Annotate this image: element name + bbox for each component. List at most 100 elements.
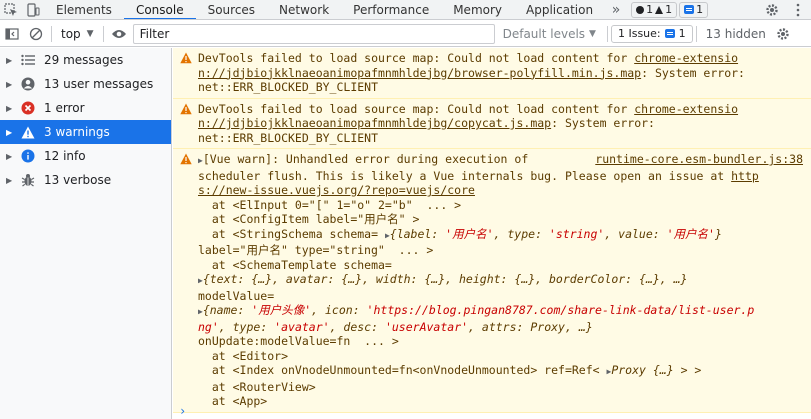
console-warning-message: DevTools failed to load source map: Coul… xyxy=(173,98,811,149)
messages-count: 1 xyxy=(696,3,704,16)
clear-console-icon[interactable] xyxy=(24,22,48,46)
stack-frame: > > xyxy=(673,363,702,377)
more-options-icon[interactable] xyxy=(785,3,811,17)
toolbar-divider xyxy=(695,25,697,42)
expand-arrow-icon[interactable]: ▶ xyxy=(6,80,16,89)
stack-frame: at <SchemaTemplate schema= xyxy=(198,257,392,272)
object-value: '用户名' xyxy=(445,226,494,241)
sidebar-item-errors[interactable]: ▶ 1 error xyxy=(0,96,171,120)
object-value: '用户头像' xyxy=(251,303,312,317)
sidebar-toggle-icon[interactable] xyxy=(0,22,24,46)
warning-icon xyxy=(20,124,36,140)
issue-url-link[interactable]: http xyxy=(731,169,759,183)
info-icon xyxy=(20,148,36,164)
object-key: , type: xyxy=(493,226,549,241)
stack-frame: label="用户名" type="string" ... > xyxy=(198,243,434,257)
warning-text: DevTools failed to load source map: Coul… xyxy=(198,101,635,116)
stack-frame: at <RouterView> xyxy=(198,379,316,394)
warning-triangle-icon xyxy=(655,5,664,14)
object-brace: } xyxy=(714,226,722,241)
object-preview[interactable]: {label: '用户名', type: 'string', value: '用… xyxy=(390,227,722,241)
object-brace: { xyxy=(389,226,397,241)
object-value: 'https://blog.pingan8787.com/share-link-… xyxy=(366,303,755,317)
message-icon xyxy=(664,29,675,38)
errors-warnings-pill[interactable]: 1 1 xyxy=(631,1,678,18)
sidebar-item-label: 1 error xyxy=(44,101,85,115)
object-brace: , …} xyxy=(564,319,593,334)
source-map-link[interactable]: n://jdjbiojkklnaeoanimopafmnmhldejbg/cop… xyxy=(198,116,551,130)
object-preview[interactable]: {name: '用户头像', icon: 'https://blog.pinga… xyxy=(203,303,754,317)
device-toolbar-icon[interactable] xyxy=(22,0,44,19)
sidebar-item-messages[interactable]: ▶ 29 messages xyxy=(0,48,171,72)
more-tabs-button[interactable]: » xyxy=(605,0,627,19)
expand-arrow-icon[interactable]: ▶ xyxy=(6,152,16,161)
expand-arrow-icon[interactable]: ▶ xyxy=(6,128,16,137)
object-preview[interactable]: ng', type: 'avatar', desc: 'userAvatar',… xyxy=(198,320,593,334)
console-sidebar: ▶ 29 messages ▶ 13 user messages ▶ 1 err… xyxy=(0,48,172,419)
live-expression-eye-icon[interactable] xyxy=(107,22,131,46)
warning-icon xyxy=(180,52,192,64)
source-map-link[interactable]: chrome-extensio xyxy=(634,102,738,116)
filter-input[interactable] xyxy=(132,23,495,44)
sidebar-item-verbose[interactable]: ▶ 13 verbose xyxy=(0,168,171,192)
context-selector[interactable]: top ▼ xyxy=(55,27,100,41)
source-map-link[interactable]: n://jdjbiojkklnaeoanimopafmnmhldejbg/bro… xyxy=(198,66,641,80)
tab-application[interactable]: Application xyxy=(514,0,605,19)
chevron-down-icon: ▼ xyxy=(589,28,596,39)
expand-arrow-icon[interactable]: ▶ xyxy=(6,56,16,65)
tab-network[interactable]: Network xyxy=(267,0,341,19)
tab-elements[interactable]: Elements xyxy=(44,0,124,19)
object-value: ng' xyxy=(198,319,219,334)
expand-arrow-icon[interactable]: ▶ xyxy=(6,104,16,113)
warning-text: net::ERR_BLOCKED_BY_CLIENT xyxy=(198,130,379,145)
source-map-link[interactable]: chrome-extensio xyxy=(634,51,738,65)
warning-text: : System error: xyxy=(641,65,745,80)
sidebar-item-info[interactable]: ▶ 12 info xyxy=(0,144,171,168)
devtools-tabbar: Elements Console Sources Network Perform… xyxy=(0,0,811,20)
object-key: , value: xyxy=(604,226,667,241)
levels-label: Default levels xyxy=(502,26,586,41)
object-key: {name: xyxy=(202,303,252,317)
messages-pill[interactable]: 1 xyxy=(679,1,709,18)
expand-arrow-icon[interactable]: ▶ xyxy=(6,176,16,185)
settings-gear-icon[interactable] xyxy=(759,3,785,17)
console-settings-gear-icon[interactable] xyxy=(772,27,794,41)
source-location-link[interactable]: runtime-core.esm-bundler.js:38 xyxy=(595,152,803,167)
issues-button[interactable]: 1 Issue: 1 xyxy=(610,24,693,43)
inspect-element-icon[interactable] xyxy=(0,0,22,19)
warning-text: DevTools failed to load source map: Coul… xyxy=(198,51,635,65)
sidebar-item-user-messages[interactable]: ▶ 13 user messages xyxy=(0,72,171,96)
stack-frame: at <StringSchema schema= xyxy=(198,226,385,241)
console-warning-message: DevTools failed to load source map: Coul… xyxy=(173,48,811,99)
object-key: , icon: xyxy=(311,303,367,317)
vue-warn-text: [Vue warn]: Unhandled error during execu… xyxy=(202,152,529,166)
object-preview[interactable]: Proxy {…} xyxy=(611,363,673,377)
issue-url-link[interactable]: s://new-issue.vuejs.org/?repo=vuejs/core xyxy=(198,183,475,197)
console-prompt[interactable]: › xyxy=(173,403,811,419)
error-dot-icon xyxy=(636,5,645,14)
console-toolbar: top ▼ Default levels ▼ 1 Issue: 1 13 hid… xyxy=(0,21,811,47)
console-messages: DevTools failed to load source map: Coul… xyxy=(173,48,811,419)
issues-label: 1 Issue: xyxy=(617,27,661,40)
object-value: '用户名' xyxy=(666,226,715,241)
tab-sources[interactable]: Sources xyxy=(196,0,267,19)
object-key: , type: xyxy=(218,319,275,334)
object-preview[interactable]: {text: {…}, avatar: {…}, width: {…}, hei… xyxy=(203,272,688,286)
toolbar-divider xyxy=(606,25,608,42)
issue-counters[interactable]: 1 1 1 xyxy=(631,0,709,19)
chevron-down-icon: ▼ xyxy=(86,28,94,39)
list-icon xyxy=(20,52,36,68)
object-key: , attrs: xyxy=(468,319,531,334)
tab-console[interactable]: Console xyxy=(123,0,196,19)
errors-count: 1 xyxy=(646,3,654,16)
context-value: top xyxy=(61,26,81,41)
warning-icon xyxy=(180,103,192,114)
tab-performance[interactable]: Performance xyxy=(341,0,441,19)
sidebar-item-warnings[interactable]: ▶ 3 warnings xyxy=(0,120,171,144)
prompt-chevron-icon: › xyxy=(179,403,187,418)
tab-memory[interactable]: Memory xyxy=(441,0,514,19)
warning-icon xyxy=(180,153,192,165)
log-levels-dropdown[interactable]: Default levels ▼ xyxy=(495,27,604,41)
stack-frame: at <Editor> xyxy=(198,348,289,363)
user-icon xyxy=(20,76,36,92)
